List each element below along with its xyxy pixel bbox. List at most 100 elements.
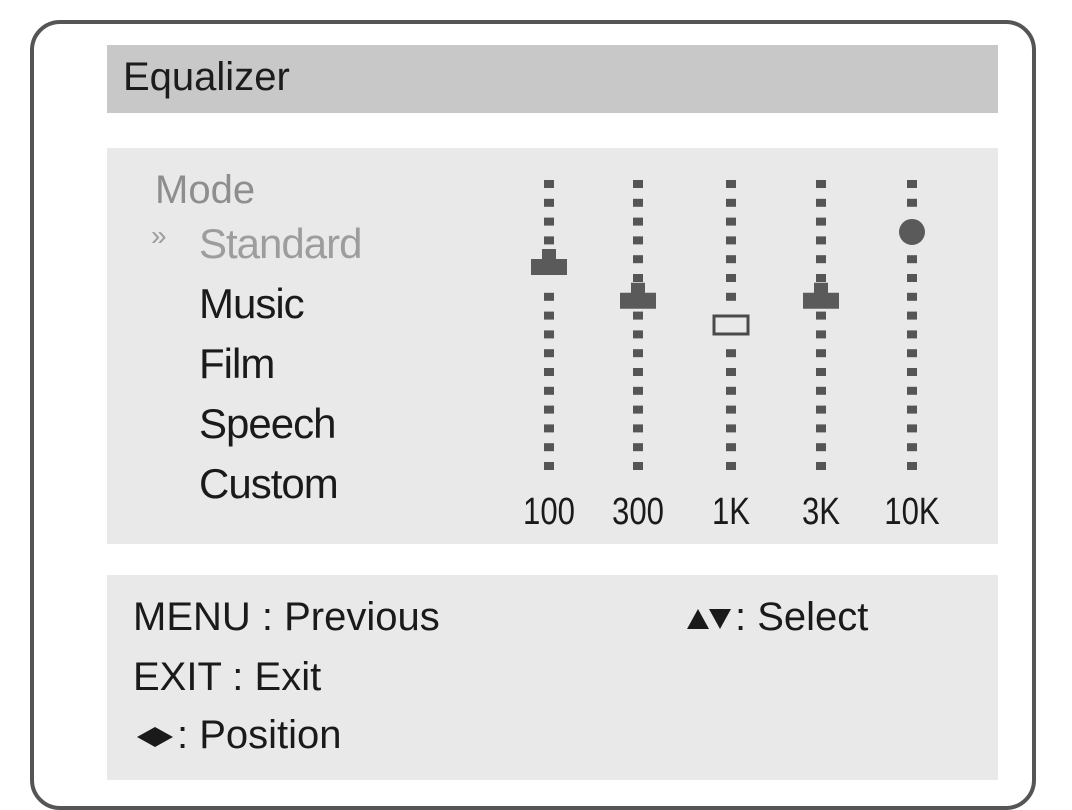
eq-track-dot bbox=[907, 405, 917, 414]
eq-track-dot bbox=[544, 424, 554, 433]
eq-band-10k[interactable]: 10K bbox=[884, 180, 940, 533]
eq-track-dot bbox=[816, 330, 826, 339]
eq-track-dot bbox=[633, 405, 643, 414]
eq-track-dot bbox=[726, 180, 736, 188]
eq-band-label: 300 bbox=[612, 491, 664, 533]
eq-track-dot bbox=[726, 386, 736, 395]
eq-track-dot bbox=[544, 292, 554, 301]
eq-track-dot bbox=[633, 180, 643, 188]
eq-slider-handle-300[interactable] bbox=[620, 282, 656, 309]
eq-band-100[interactable]: 100 bbox=[523, 180, 575, 533]
eq-track-dot bbox=[633, 330, 643, 339]
eq-track-dot bbox=[907, 424, 917, 433]
eq-track-dot bbox=[907, 386, 917, 395]
eq-track-dot bbox=[816, 198, 826, 207]
eq-track-dot bbox=[633, 368, 643, 376]
eq-slider-handle-3k[interactable] bbox=[803, 282, 839, 309]
left-right-arrows-icon bbox=[137, 713, 173, 758]
eq-track-dot bbox=[544, 405, 554, 414]
eq-track-dot bbox=[544, 462, 554, 470]
eq-band-1k[interactable]: 1K bbox=[712, 180, 750, 533]
up-down-arrows-icon bbox=[687, 595, 731, 640]
eq-track-dot bbox=[726, 198, 736, 207]
eq-track-dot bbox=[544, 349, 554, 358]
eq-track-dot bbox=[633, 311, 643, 320]
eq-track-dot bbox=[816, 255, 826, 264]
eq-track-dot bbox=[907, 198, 917, 207]
eq-track-dot bbox=[633, 349, 643, 358]
eq-track-dot bbox=[816, 368, 826, 376]
eq-track-dot bbox=[633, 198, 643, 207]
eq-track-dot bbox=[816, 274, 826, 282]
eq-track-dot bbox=[544, 217, 554, 226]
eq-track-dot bbox=[544, 368, 554, 376]
eq-band-3k[interactable]: 3K bbox=[802, 180, 840, 533]
eq-track-dot bbox=[907, 292, 917, 301]
eq-track-dot bbox=[816, 386, 826, 395]
eq-track-dot bbox=[544, 236, 554, 245]
eq-band-label: 1K bbox=[712, 491, 750, 533]
eq-track-dot bbox=[907, 311, 917, 320]
select-hint: : Select bbox=[687, 595, 868, 640]
eq-track-dot bbox=[633, 274, 643, 282]
footer-hints: MENU : Previous : Select EXIT : Exit : P… bbox=[107, 575, 998, 780]
eq-track-dot bbox=[544, 386, 554, 395]
eq-track-dot bbox=[544, 443, 554, 452]
eq-track-dot bbox=[907, 255, 917, 264]
eq-band-300[interactable]: 300 bbox=[612, 180, 664, 533]
eq-track-dot bbox=[726, 349, 736, 358]
eq-track-dot bbox=[633, 217, 643, 226]
eq-track-dot bbox=[816, 217, 826, 226]
eq-track-dot bbox=[816, 424, 826, 433]
title-bar: Equalizer bbox=[107, 45, 998, 113]
eq-track-dot bbox=[544, 180, 554, 188]
eq-track-dot bbox=[907, 330, 917, 339]
eq-track-dot bbox=[544, 198, 554, 207]
eq-track-dot bbox=[633, 462, 643, 470]
eq-track-dot bbox=[726, 405, 736, 414]
eq-slider-handle-10k[interactable] bbox=[899, 218, 925, 245]
main-panel: Mode » Standard Music Film Speech Custom… bbox=[107, 148, 998, 544]
eq-track-dot bbox=[544, 330, 554, 339]
eq-band-label: 100 bbox=[523, 491, 575, 533]
eq-track-dot bbox=[726, 443, 736, 452]
eq-track-dot bbox=[726, 292, 736, 301]
eq-track-dot bbox=[726, 236, 736, 245]
menu-previous-hint: MENU : Previous bbox=[133, 595, 440, 639]
eq-slider-handle-1k[interactable] bbox=[712, 314, 750, 336]
eq-track-dot bbox=[816, 236, 826, 245]
select-hint-label: : Select bbox=[735, 595, 869, 639]
eq-track-dot bbox=[726, 462, 736, 470]
exit-hint: EXIT : Exit bbox=[133, 655, 322, 699]
equalizer-sliders[interactable]: 100 300 1K 3K 10K bbox=[107, 148, 998, 544]
eq-band-label: 3K bbox=[802, 491, 840, 533]
eq-track-dot bbox=[726, 424, 736, 433]
eq-track-dot bbox=[726, 368, 736, 376]
eq-track-dot bbox=[633, 386, 643, 395]
eq-track-dot bbox=[726, 274, 736, 282]
eq-track-dot bbox=[907, 274, 917, 282]
eq-track-dot bbox=[816, 349, 826, 358]
eq-slider-handle-100[interactable] bbox=[531, 248, 567, 275]
eq-track-dot bbox=[907, 462, 917, 470]
eq-track-dot bbox=[633, 236, 643, 245]
eq-track-dot bbox=[907, 349, 917, 358]
eq-track-dot bbox=[907, 443, 917, 452]
eq-track-dot bbox=[816, 443, 826, 452]
eq-track-dot bbox=[633, 424, 643, 433]
page-title: Equalizer bbox=[123, 55, 290, 99]
eq-track-dot bbox=[816, 180, 826, 188]
eq-track-dot bbox=[633, 255, 643, 264]
eq-band-label: 10K bbox=[884, 491, 939, 533]
eq-track-dot bbox=[544, 311, 554, 320]
eq-track-dot bbox=[816, 462, 826, 470]
eq-track-dot bbox=[816, 405, 826, 414]
eq-track-dot bbox=[816, 311, 826, 320]
eq-track-dot bbox=[726, 217, 736, 226]
eq-track-dot bbox=[907, 368, 917, 376]
position-hint-label: : Position bbox=[177, 713, 342, 757]
eq-track-dot bbox=[726, 255, 736, 264]
position-hint: : Position bbox=[137, 713, 342, 758]
eq-track-dot bbox=[633, 443, 643, 452]
eq-track-dot bbox=[907, 180, 917, 188]
